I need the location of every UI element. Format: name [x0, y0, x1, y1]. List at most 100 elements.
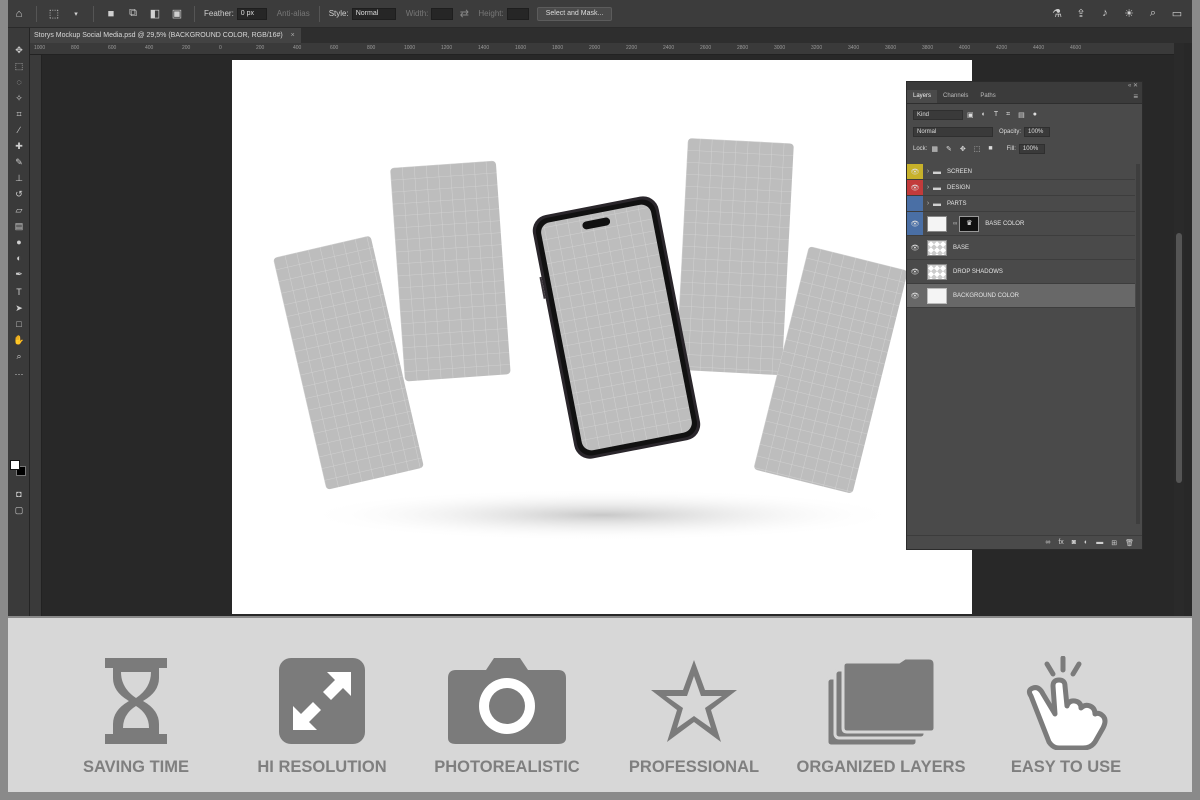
color-swatches[interactable] [10, 460, 28, 480]
tab-channels[interactable]: Channels [937, 90, 974, 103]
layer-name: SCREEN [947, 168, 973, 175]
filter-toggle-icon[interactable]: ● [1033, 111, 1037, 118]
vertical-scrollbar[interactable] [1174, 43, 1184, 616]
add-mask-icon[interactable]: ◙ [1072, 539, 1076, 546]
home-icon[interactable]: ⌂ [12, 7, 26, 21]
crop-tool-icon[interactable]: ⌗ [11, 108, 27, 120]
panel-menu-icon[interactable]: ≡ [1133, 90, 1142, 103]
search-icon[interactable]: ⌕ [1146, 6, 1160, 20]
opacity-input[interactable]: 100% [1024, 126, 1051, 137]
lock-all-icon[interactable]: ■ [988, 145, 992, 152]
layer-row-base[interactable]: 👁 BASE [907, 236, 1135, 260]
lock-position-icon[interactable]: ✥ [960, 145, 966, 153]
eyedropper-icon[interactable]: ∕ [11, 124, 27, 136]
lightbulb-icon[interactable]: ☀ [1122, 6, 1136, 20]
blend-mode-select[interactable]: Normal [913, 126, 993, 137]
move-tool-icon[interactable]: ✥ [11, 44, 27, 56]
gradient-tool-icon[interactable]: ▤ [11, 220, 27, 232]
layer-row-drop-shadows[interactable]: 👁 DROP SHADOWS [907, 260, 1135, 284]
marquee-tool-icon[interactable]: ⬚ [11, 60, 27, 72]
scrollbar-thumb[interactable] [1176, 233, 1182, 483]
subtract-selection-icon[interactable]: ◧ [148, 7, 162, 21]
foreground-color-swatch[interactable] [10, 460, 20, 470]
height-input[interactable] [506, 7, 529, 20]
lasso-tool-icon[interactable]: ◌ [11, 76, 27, 88]
intersect-selection-icon[interactable]: ▣ [170, 7, 184, 21]
chevron-right-icon[interactable]: › [923, 200, 933, 207]
layer-mask-thumbnail[interactable]: ♛ [959, 215, 980, 232]
feather-input[interactable]: 0 px [236, 7, 267, 20]
layers-scrollbar[interactable] [1136, 164, 1140, 524]
layer-row-parts[interactable]: › ▬ PARTS [907, 196, 1135, 212]
document-tab[interactable]: Storys Mockup Social Media.psd @ 29,5% (… [30, 28, 301, 43]
select-and-mask-button[interactable]: Select and Mask... [536, 6, 613, 21]
new-layer-icon[interactable]: ⊞ [1111, 539, 1117, 547]
shape-tool-icon[interactable]: □ [11, 318, 27, 330]
lock-artboard-icon[interactable]: ⬚ [974, 145, 981, 153]
blur-tool-icon[interactable]: ● [11, 236, 27, 248]
eye-hidden-icon[interactable] [907, 196, 923, 211]
tab-paths[interactable]: Paths [974, 90, 1001, 103]
history-brush-icon[interactable]: ↺ [11, 188, 27, 200]
layer-row-background-color[interactable]: 👁 BACKGROUND COLOR [907, 284, 1135, 308]
eraser-tool-icon[interactable]: ▱ [11, 204, 27, 216]
smart-object-filter-icon[interactable]: ▤ [1018, 111, 1025, 119]
eye-icon[interactable]: 👁 [907, 284, 923, 307]
workspace-icon[interactable]: ▭ [1170, 6, 1184, 20]
chevron-down-icon[interactable]: ▾ [69, 7, 83, 21]
layer-row-base-color[interactable]: 👁 ∞ ♛ BASE COLOR [907, 212, 1135, 236]
lock-pixels-icon[interactable]: ✎ [946, 145, 952, 153]
bell-icon[interactable]: ♪ [1098, 6, 1112, 20]
layer-row-design[interactable]: 👁 › ▬ DESIGN [907, 180, 1135, 196]
layer-row-screen[interactable]: 👁 › ▬ SCREEN [907, 164, 1135, 180]
dodge-tool-icon[interactable]: ◐ [11, 252, 27, 264]
shape-filter-icon[interactable]: ⌗ [1006, 111, 1010, 119]
trash-icon[interactable]: 🗑 [1125, 539, 1134, 547]
eye-icon[interactable]: 👁 [907, 236, 923, 259]
flask-icon[interactable]: ⚗ [1050, 6, 1064, 20]
new-group-icon[interactable]: ▬ [1096, 539, 1103, 546]
panel-collapse-bar[interactable]: « ✕ [907, 82, 1142, 90]
pixel-filter-icon[interactable]: ▣ [967, 111, 974, 119]
swap-icon[interactable]: ⇄ [457, 7, 471, 21]
document-canvas[interactable] [232, 60, 972, 614]
type-tool-icon[interactable]: T [11, 286, 27, 298]
width-input[interactable] [431, 7, 454, 20]
eye-icon[interactable]: 👁 [907, 212, 923, 235]
brush-tool-icon[interactable]: ✎ [11, 156, 27, 168]
style-select[interactable]: Normal [351, 7, 396, 20]
new-selection-icon[interactable]: ■ [104, 7, 118, 21]
healing-brush-icon[interactable]: ✚ [11, 140, 27, 152]
type-filter-icon[interactable]: T [994, 111, 998, 118]
magic-wand-icon[interactable]: ✧ [11, 92, 27, 104]
fx-icon[interactable]: fx [1058, 539, 1063, 546]
zoom-tool-icon[interactable]: ⌕ [11, 350, 27, 362]
path-selection-icon[interactable]: ➤ [11, 302, 27, 314]
close-icon[interactable]: × [291, 32, 295, 39]
quick-mask-icon[interactable]: ◘ [11, 488, 27, 500]
eye-icon[interactable]: 👁 [907, 180, 923, 195]
lock-transparent-icon[interactable]: ▦ [931, 145, 938, 153]
width-label: Width: [405, 9, 429, 18]
fill-input[interactable]: 100% [1018, 143, 1045, 154]
share-icon[interactable]: ⇪ [1074, 6, 1088, 20]
filter-kind-select[interactable]: Kind [913, 109, 963, 120]
ruler-tick: 3200 [811, 45, 823, 51]
add-selection-icon[interactable]: ⧉ [126, 7, 140, 21]
link-icon[interactable]: ∞ [953, 221, 957, 227]
tab-layers[interactable]: Layers [907, 90, 938, 103]
marquee-tool-icon[interactable]: ⬚ [47, 7, 61, 21]
more-tools-icon[interactable]: ⋯ [11, 368, 27, 380]
adjustment-layer-icon[interactable]: ◐ [1084, 539, 1088, 546]
antialias-checkbox[interactable]: Anti-alias [277, 9, 310, 18]
clone-stamp-icon[interactable]: ⊥ [11, 172, 27, 184]
link-layers-icon[interactable]: ∞ [1045, 539, 1050, 546]
chevron-right-icon[interactable]: › [923, 184, 933, 191]
chevron-right-icon[interactable]: › [923, 168, 933, 175]
pen-tool-icon[interactable]: ✒ [11, 268, 27, 280]
screen-mode-icon[interactable]: ▢ [11, 504, 27, 516]
adjustment-filter-icon[interactable]: ◐ [982, 111, 986, 118]
hand-tool-icon[interactable]: ✋ [11, 334, 27, 346]
eye-icon[interactable]: 👁 [907, 260, 923, 283]
eye-icon[interactable]: 👁 [907, 164, 923, 179]
